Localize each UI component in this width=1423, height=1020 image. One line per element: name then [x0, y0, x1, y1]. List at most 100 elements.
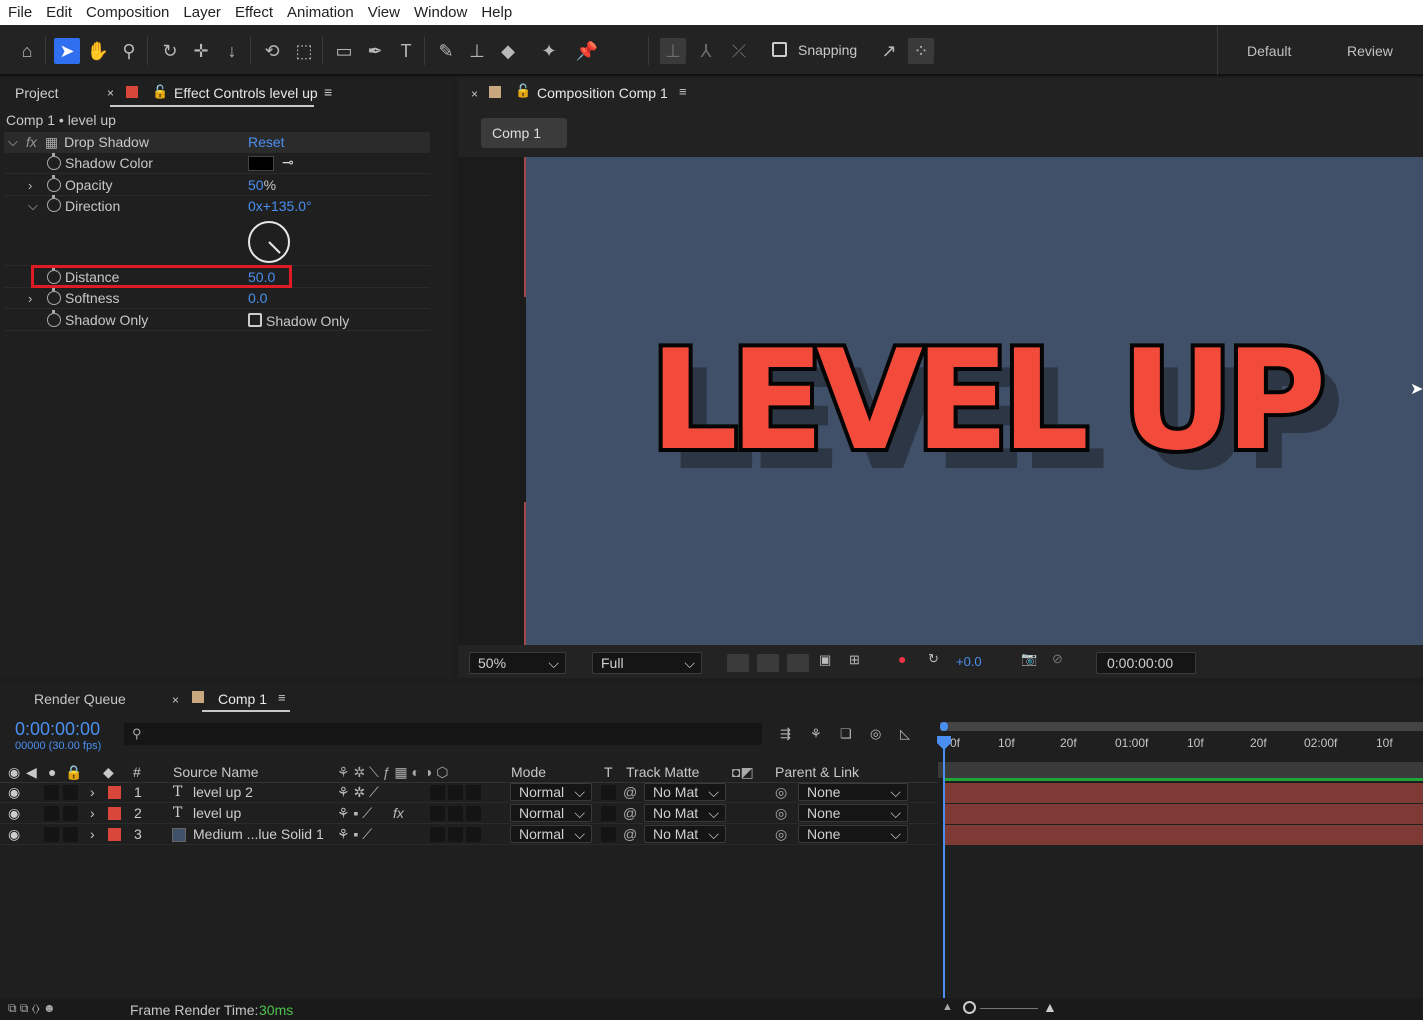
menu-view[interactable]: View — [361, 0, 407, 25]
resolution-dropdown[interactable]: Full ⌵ — [592, 652, 702, 674]
layer-duration-bar[interactable] — [945, 804, 1423, 824]
menu-help[interactable]: Help — [474, 0, 519, 25]
pan-camera-icon[interactable]: ✛ — [188, 38, 214, 64]
table-row[interactable]: ◉ › 3 Medium ...lue Solid 1 ⚘ ▪ ⟋ Normal… — [0, 824, 938, 845]
stopwatch-icon[interactable] — [47, 153, 61, 170]
chevron-right-icon[interactable]: › — [90, 805, 95, 821]
type-tool-icon[interactable]: T — [393, 38, 419, 64]
world-axis-icon[interactable]: ⅄ — [693, 38, 719, 64]
chevron-right-icon[interactable]: › — [90, 826, 95, 842]
work-area-bar[interactable] — [940, 722, 1423, 731]
visibility-eye-icon[interactable]: ◉ — [8, 826, 20, 843]
local-axis-icon[interactable]: ⊥ — [660, 38, 686, 64]
zoom-dropdown[interactable]: 50% ⌵ — [469, 652, 566, 674]
track-matte-dropdown[interactable]: No Mat ⌵ — [644, 783, 726, 801]
menu-window[interactable]: Window — [407, 0, 474, 25]
pen-tool-icon[interactable]: ✒ — [362, 38, 388, 64]
blend-mode-dropdown[interactable]: Normal ⌵ — [510, 804, 592, 822]
stopwatch-icon[interactable] — [47, 195, 61, 212]
playhead[interactable] — [943, 736, 945, 998]
visibility-eye-icon[interactable]: ◉ — [8, 784, 20, 801]
shadow-only-checkbox[interactable] — [248, 313, 262, 327]
blend-mode-dropdown[interactable]: Normal ⌵ — [510, 825, 592, 843]
exposure-value[interactable]: +0.0 — [956, 654, 982, 669]
label-color-swatch[interactable] — [108, 828, 121, 841]
region-of-interest-icon[interactable]: ▣ — [819, 652, 831, 668]
status-icons[interactable]: ⧉ ⧉ ⟨⟩ ☻ — [8, 1001, 56, 1016]
brush-tool-icon[interactable]: ✎ — [433, 38, 459, 64]
blend-mode-dropdown[interactable]: Normal ⌵ — [510, 783, 592, 801]
rotation-tool-icon[interactable]: ⟲ — [259, 38, 285, 64]
visibility-eye-icon[interactable]: ◉ — [8, 805, 20, 822]
zoom-slider-track[interactable] — [980, 1008, 1038, 1009]
timeline-current-time[interactable]: 0:00:00:00 — [15, 719, 100, 740]
workspace-review[interactable]: Review — [1347, 43, 1393, 59]
chevron-down-icon[interactable]: ⌵ — [28, 198, 42, 214]
snap-options-icon[interactable]: ↗ — [876, 38, 902, 64]
tab-comp-1[interactable]: Comp 1 — [218, 691, 267, 707]
graph-editor-icon[interactable]: ◺ — [900, 726, 910, 742]
layer-switches[interactable]: ⚘ ✲ ⟋ — [337, 784, 379, 801]
chevron-right-icon[interactable]: › — [90, 784, 95, 800]
menu-layer[interactable]: Layer — [176, 0, 228, 25]
parent-pick-whip-icon[interactable]: ◎ — [775, 826, 787, 843]
angle-dial[interactable] — [247, 220, 291, 264]
level-up-text[interactable]: LEVEL UP — [646, 327, 1330, 475]
track-matte-dropdown[interactable]: No Mat ⌵ — [644, 804, 726, 822]
layer-name[interactable]: Medium ...lue Solid 1 — [193, 826, 324, 842]
selection-tool-icon[interactable]: ➤ — [54, 38, 80, 64]
zoom-out-icon[interactable]: ▲ — [942, 1001, 953, 1013]
snapshot-camera-icon[interactable]: 📷 — [1021, 651, 1037, 667]
menu-composition[interactable]: Composition — [79, 0, 176, 25]
zoom-slider-handle[interactable] — [963, 1001, 976, 1014]
menu-effect[interactable]: Effect — [228, 0, 280, 25]
stopwatch-icon[interactable] — [47, 288, 61, 305]
dolly-camera-icon[interactable]: ↓ — [219, 38, 245, 64]
color-channels-icon[interactable]: ● — [898, 651, 906, 667]
puppet-tool-icon[interactable]: 📌 — [574, 38, 600, 64]
label-color-swatch[interactable] — [108, 807, 121, 820]
stopwatch-icon[interactable] — [47, 175, 61, 192]
parent-dropdown[interactable]: None ⌵ — [798, 804, 908, 822]
opacity-value[interactable]: 50 — [248, 177, 264, 193]
transparency-grid-icon[interactable] — [757, 654, 779, 672]
reset-exposure-icon[interactable]: ↻ — [928, 651, 939, 667]
shy-layers-icon[interactable]: ⚘ — [810, 726, 822, 742]
menu-file[interactable]: File — [0, 0, 39, 25]
clone-stamp-tool-icon[interactable]: ⊥ — [464, 38, 490, 64]
show-snapshot-icon[interactable]: ⊘ — [1052, 651, 1063, 667]
parent-pick-whip-icon[interactable]: ◎ — [775, 784, 787, 801]
parent-dropdown[interactable]: None ⌵ — [798, 783, 908, 801]
current-time-display[interactable]: 0:00:00:00 — [1096, 652, 1196, 674]
time-ruler[interactable]: 0f 10f 20f 01:00f 10f 20f 02:00f 10f — [940, 722, 1423, 762]
layer-duration-bar[interactable] — [945, 783, 1423, 803]
roto-brush-tool-icon[interactable]: ✦ — [536, 38, 562, 64]
layer-switches[interactable]: ⚘ ▪ ⟋ — [337, 805, 372, 822]
comp-viewer[interactable]: LEVEL UP LEVEL UP ➤ — [458, 157, 1423, 645]
fx-switch-icon[interactable]: fx — [393, 805, 404, 821]
workspace-default[interactable]: Default — [1247, 43, 1291, 59]
lock-icon[interactable]: 🔓 — [515, 83, 531, 99]
table-row[interactable]: ◉ › 2 T level up ⚘ ▪ ⟋ fx Normal ⌵ @ No M… — [0, 803, 938, 824]
parent-pick-whip-icon[interactable]: ◎ — [775, 805, 787, 822]
home-icon[interactable]: ⌂ — [14, 38, 40, 64]
chevron-down-icon[interactable]: ⌵ — [8, 134, 22, 150]
grid-guides-icon[interactable]: ⊞ — [849, 652, 860, 668]
layer-name[interactable]: level up — [193, 805, 241, 821]
tab-effect-controls[interactable]: Effect Controls level up — [174, 85, 318, 101]
composition-mini-flowchart-icon[interactable]: ⇶ — [780, 726, 791, 742]
tab-render-queue[interactable]: Render Queue — [34, 691, 126, 707]
panel-menu-icon[interactable]: ≡ — [324, 84, 332, 100]
hand-tool-icon[interactable]: ✋ — [85, 38, 111, 64]
reset-link[interactable]: Reset — [248, 134, 285, 150]
chevron-right-icon[interactable]: › — [28, 178, 42, 193]
menu-edit[interactable]: Edit — [39, 0, 79, 25]
snap-grid-icon[interactable]: ⁘ — [908, 38, 934, 64]
header-source-name[interactable]: Source Name — [173, 764, 259, 780]
close-icon[interactable]: × — [172, 693, 179, 707]
snapping-checkbox[interactable] — [772, 42, 787, 57]
layer-search-input[interactable]: ⚲ — [124, 723, 762, 745]
eraser-tool-icon[interactable]: ◆ — [495, 38, 521, 64]
rectangle-tool-icon[interactable]: ▭ — [331, 38, 357, 64]
track-matte-dropdown[interactable]: No Mat ⌵ — [644, 825, 726, 843]
